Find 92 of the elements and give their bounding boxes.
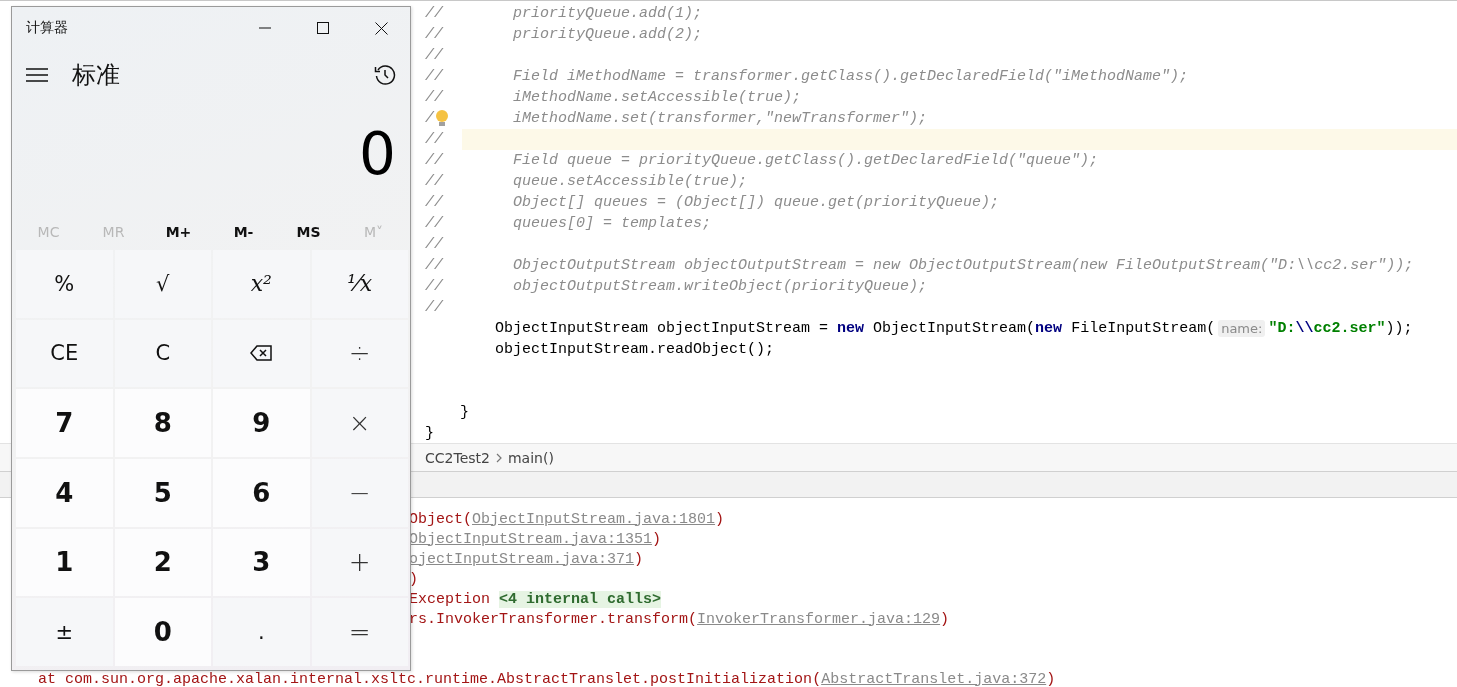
digit-key[interactable]: 2 xyxy=(114,528,211,597)
code-line: } xyxy=(459,403,469,423)
window-title: 计算器 xyxy=(26,19,69,37)
memory-button[interactable]: M- xyxy=(211,224,276,240)
comment-marker: // xyxy=(425,25,443,45)
comment-marker: // xyxy=(425,256,443,276)
file-link[interactable]: InvokerTransformer.java:129 xyxy=(697,610,941,628)
digit-key[interactable]: 7 xyxy=(16,389,113,457)
breadcrumb-item[interactable]: CC2Test2 xyxy=(425,449,490,466)
operator-key[interactable]: ÷ xyxy=(311,319,408,388)
code-text: )); xyxy=(1385,319,1413,339)
code-line: iMethodName.set(transformer,"newTransformer"); xyxy=(513,109,928,129)
menu-icon[interactable] xyxy=(26,68,48,82)
digit-key[interactable]: 3 xyxy=(213,528,310,597)
mode-title: 标准 xyxy=(72,60,121,91)
digit-key[interactable]: 0 xyxy=(114,598,211,666)
lightbulb-icon[interactable] xyxy=(434,108,450,129)
parameter-hint: name: xyxy=(1218,320,1266,337)
comment-marker: // xyxy=(425,46,443,66)
memory-button[interactable]: MS xyxy=(276,224,341,240)
console-line: at com.sun.org.apache.xalan.internal.xsltc.runtime.AbstractTranslet.postInitialization(AbstractTranslet.java:372) xyxy=(38,671,1056,687)
code-line: objectOutputStream.writeObject(priorityQueue); xyxy=(513,277,928,297)
digit-key[interactable]: 8 xyxy=(114,389,211,457)
breadcrumb-item[interactable]: main() xyxy=(507,449,554,466)
function-key[interactable]: x² xyxy=(213,250,310,318)
comment-marker: / xyxy=(425,109,434,129)
operator-key[interactable]: = xyxy=(311,598,408,666)
function-key[interactable]: ± xyxy=(16,598,113,666)
code-line: priorityQueue.add(2); xyxy=(513,25,703,45)
display-value: 0 xyxy=(359,119,396,188)
file-link[interactable]: ObjectInputStream.java:1351 xyxy=(409,530,653,548)
code-line: priorityQueue.add(1); xyxy=(513,4,703,24)
digit-key[interactable]: 4 xyxy=(16,459,113,527)
file-link[interactable]: ojectInputStream.java:371 xyxy=(409,550,635,568)
comment-marker: // xyxy=(425,4,443,24)
comment-marker: // xyxy=(425,172,443,192)
comment-marker: // xyxy=(425,67,443,87)
code-line: ObjectOutputStream objectOutputStream = new ObjectOutputStream(new FileOutputStream("D:\\cc2.ser")); xyxy=(513,256,1414,276)
console-line: ObjectInputStream.java:1351) xyxy=(409,531,662,547)
comment-marker: // xyxy=(425,193,443,213)
close-icon xyxy=(374,21,388,35)
code-text: new xyxy=(1035,319,1063,339)
backspace-key[interactable] xyxy=(213,319,310,388)
console-line: Exception <4 internal calls> xyxy=(409,591,662,607)
digit-key[interactable]: 5 xyxy=(114,459,211,527)
console-line: ojectInputStream.java:371) xyxy=(409,551,644,567)
comment-marker: // xyxy=(425,277,443,297)
file-link[interactable]: ObjectInputStream.java:1801 xyxy=(472,510,716,528)
comment-marker: // xyxy=(425,235,443,255)
code-line: iMethodName.setAccessible(true); xyxy=(513,88,802,108)
minimize-icon xyxy=(259,27,271,29)
operator-key[interactable]: + xyxy=(311,528,408,597)
file-link[interactable]: AbstractTranslet.java:372 xyxy=(821,670,1047,687)
code-line: objectInputStream.readObject(); xyxy=(494,340,775,360)
comment-marker: // xyxy=(425,130,443,150)
memory-button[interactable]: M+ xyxy=(146,224,211,240)
function-key[interactable]: . xyxy=(213,598,310,666)
code-text: FileInputStream( xyxy=(1070,319,1216,339)
code-text: cc2.ser" xyxy=(1313,319,1386,339)
function-key[interactable]: ⅟x xyxy=(311,250,408,318)
code-line: queue.setAccessible(true); xyxy=(513,172,748,192)
comment-marker: // xyxy=(425,298,443,318)
code-line: } xyxy=(425,424,434,444)
maximize-icon xyxy=(317,22,329,34)
digit-key[interactable]: 9 xyxy=(213,389,310,457)
console-line: rs.InvokerTransformer.transform(InvokerTransformer.java:129) xyxy=(409,611,950,627)
console-line: ) xyxy=(409,571,418,587)
operator-key[interactable]: × xyxy=(311,389,408,457)
code-text: "D: xyxy=(1268,319,1296,339)
code-text: ObjectInputStream objectInputStream = xyxy=(495,319,830,339)
function-key[interactable]: % xyxy=(16,250,113,318)
digit-key[interactable]: 6 xyxy=(213,459,310,527)
digit-key[interactable]: 1 xyxy=(16,528,113,597)
comment-marker: // xyxy=(425,214,443,234)
internal-calls-link[interactable]: <4 internal calls> xyxy=(499,590,662,608)
operator-key[interactable]: − xyxy=(311,459,408,527)
console-line: Object(ObjectInputStream.java:1801) xyxy=(409,511,725,527)
function-key[interactable]: √ xyxy=(114,250,211,318)
comment-marker: // xyxy=(425,88,443,108)
code-text: \\ xyxy=(1295,319,1314,339)
code-line: queues[0] = templates; xyxy=(513,214,712,234)
function-key[interactable]: C xyxy=(114,319,211,388)
backspace-icon xyxy=(250,345,273,362)
history-icon[interactable] xyxy=(374,64,396,86)
code-text: ObjectInputStream( xyxy=(872,319,1036,339)
comment-marker: // xyxy=(425,151,443,171)
function-key[interactable]: CE xyxy=(16,319,113,388)
code-line: Field iMethodName = transformer.getClass().getDeclaredField("iMethodName"); xyxy=(513,67,1189,87)
code-line: Object[] queues = (Object[]) queue.get(priorityQueue); xyxy=(513,193,1000,213)
chevron-icon xyxy=(495,452,502,463)
code-line: Field queue = priorityQueue.getClass().getDeclaredField("queue"); xyxy=(513,151,1099,171)
code-text: new xyxy=(837,319,865,339)
